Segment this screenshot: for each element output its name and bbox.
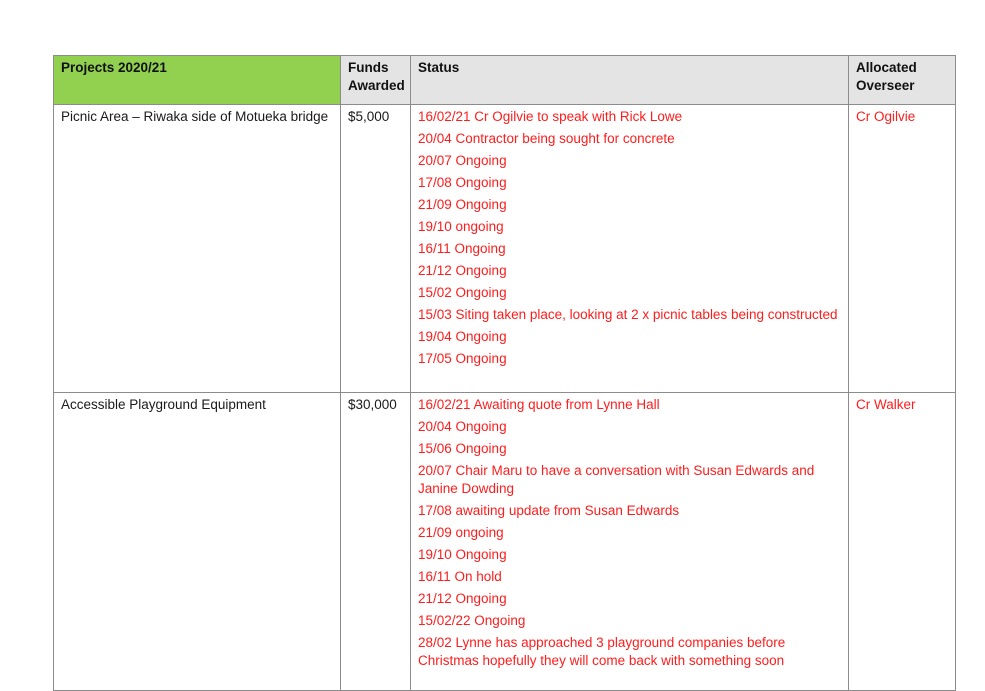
status-entry: 15/02 Ongoing: [418, 285, 507, 300]
header-allocated-overseer: Allocated Overseer: [848, 55, 956, 105]
table-row: Accessible Playground Equipment $30,000 …: [53, 392, 956, 691]
status-entry: 17/05 Ongoing: [418, 351, 507, 366]
status-entry: 21/12 Ongoing: [418, 263, 507, 278]
allocated-overseer: Cr Walker: [848, 392, 956, 691]
status-entry: 15/06 Ongoing: [418, 441, 507, 456]
status-cell: 16/02/21 Awaiting quote from Lynne Hall …: [410, 392, 849, 691]
status-entry: 21/09 ongoing: [418, 525, 504, 540]
header-projects: Projects 2020/21: [53, 55, 341, 105]
header-status: Status: [410, 55, 849, 105]
status-entry: 15/02/22 Ongoing: [418, 613, 526, 628]
status-entry: 16/11 On hold: [418, 569, 502, 584]
status-entry: 20/07 Ongoing: [418, 153, 507, 168]
status-entry: 28/02 Lynne has approached 3 playground …: [418, 635, 786, 668]
table-header-row: Projects 2020/21 Funds Awarded Status Al…: [53, 55, 956, 105]
table-row: Picnic Area – Riwaka side of Motueka bri…: [53, 104, 956, 393]
header-funds-awarded: Funds Awarded: [340, 55, 411, 105]
status-entry: 21/12 Ongoing: [418, 591, 507, 606]
status-entry: 16/02/21 Awaiting quote from Lynne Hall: [418, 397, 660, 412]
status-entry: 20/04 Ongoing: [418, 419, 507, 434]
project-name: Picnic Area – Riwaka side of Motueka bri…: [53, 104, 341, 393]
status-entry: 19/10 Ongoing: [418, 547, 507, 562]
status-entry: 20/07 Chair Maru to have a conversation …: [418, 463, 815, 496]
status-entry: 20/04 Contractor being sought for concre…: [418, 131, 675, 146]
funds-awarded: $30,000: [340, 392, 411, 691]
status-entry: 21/09 Ongoing: [418, 197, 507, 212]
status-cell: 16/02/21 Cr Ogilvie to speak with Rick L…: [410, 104, 849, 393]
status-entry: 19/04 Ongoing: [418, 329, 507, 344]
allocated-overseer: Cr Ogilvie: [848, 104, 956, 393]
project-name: Accessible Playground Equipment: [53, 392, 341, 691]
status-entry: 17/08 Ongoing: [418, 175, 507, 190]
status-entry: 15/03 Siting taken place, looking at 2 x…: [418, 307, 838, 322]
status-entry: 19/10 ongoing: [418, 219, 504, 234]
funds-awarded: $5,000: [340, 104, 411, 393]
status-entry: 16/11 Ongoing: [418, 241, 506, 256]
status-entry: 17/08 awaiting update from Susan Edwards: [418, 503, 680, 518]
projects-table: Projects 2020/21 Funds Awarded Status Al…: [53, 55, 956, 691]
status-entry: 16/02/21 Cr Ogilvie to speak with Rick L…: [418, 109, 683, 124]
